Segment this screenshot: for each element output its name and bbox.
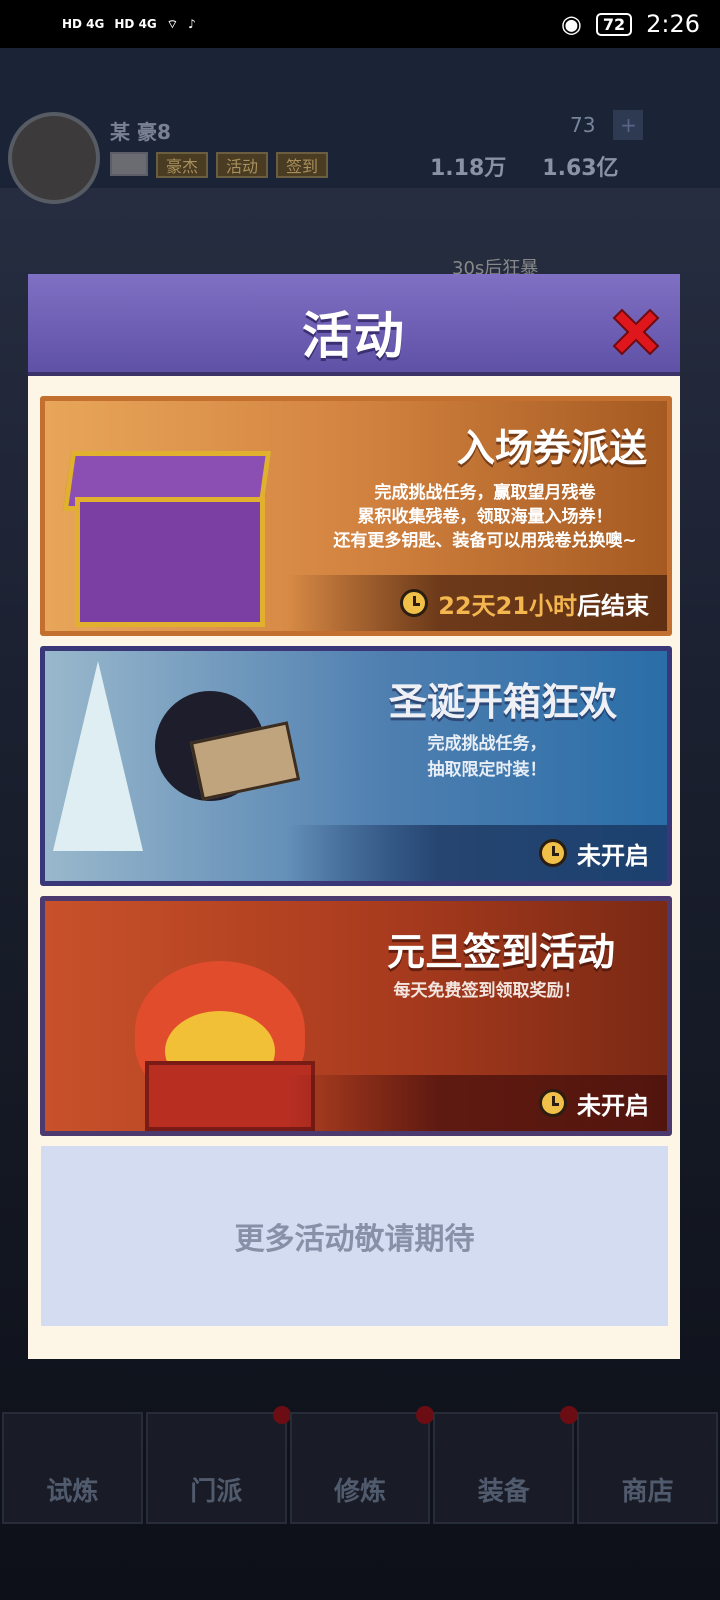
add-gem-button[interactable]: + [613,110,644,140]
notification-dot [272,1406,291,1424]
gem-value: 73 [570,113,596,137]
clock-icon [400,589,429,617]
ticket-value: 1.18万 [430,156,507,181]
activity-card-ticket[interactable]: 入场券派送 完成挑战任务，赢取望月残卷 累积收集残卷，领取海量入场券！ 还有更多… [40,396,672,636]
bottom-nav: 试炼 门派 修炼 装备 商店 [0,1406,720,1524]
card-status: 22天21小时 后结束 [287,575,667,631]
player-name: 某 豪8 [110,120,171,144]
player-avatar[interactable] [8,112,100,204]
hud-buttons: 豪杰 活动 签到 [110,152,329,178]
coin-value: 1.63亿 [542,156,619,181]
eye-icon: ◉ [560,10,582,38]
gem-counter: 73 + [570,110,644,140]
nav-trial[interactable]: 试炼 [2,1412,143,1524]
activity-card-newyear[interactable]: 元旦签到活动 每天免费签到领取奖励！ 未开启 [40,896,672,1136]
desc-line: 累积收集残卷，领取海量入场券！ [357,507,613,527]
nav-cultivate-label: 修炼 [333,1477,386,1507]
nav-shop[interactable]: 商店 [577,1412,718,1524]
card-description: 完成挑战任务， 抽取限定时装！ [387,731,587,783]
resource-row: 1.18万 1.63亿 [430,150,619,182]
more-activities-placeholder: 更多活动敬请期待 [41,1146,668,1326]
nav-equipment-label: 装备 [477,1477,530,1507]
sim1-signal: HD 4G [62,17,105,31]
clock-icon [539,839,567,867]
clock-icon [539,1089,567,1117]
battery-indicator: 72 [595,12,633,36]
nav-equipment[interactable]: 装备 [433,1406,579,1524]
status-text: 未开启 [577,1091,649,1120]
nav-sect[interactable]: 门派 [145,1406,291,1524]
status-text: 后结束 [577,591,649,620]
tiktok-icon: ♪ [188,17,196,31]
close-button[interactable] [608,304,664,360]
status-text: 未开启 [577,841,649,870]
hud-button-checkin[interactable]: 签到 [276,152,329,178]
card-description: 每天免费签到领取奖励！ [367,979,607,1003]
card-status: 未开启 [287,825,667,881]
sim2-signal: HD 4G [114,17,157,31]
notification-dot [416,1406,435,1424]
desc-line: 每天免费签到领取奖励！ [393,981,581,1001]
desc-line: 还有更多钥匙、装备可以用残卷兑换噢~ [333,531,637,551]
hud-button-heroes[interactable]: 豪杰 [156,152,209,178]
card-title: 圣诞开箱狂欢 [388,680,617,724]
activity-modal: 活动 入场券派送 完成挑战任务，赢取望月残卷 累积收集残卷，领取海量入场券！ 还… [28,274,680,1359]
modal-header: 活动 [28,274,680,376]
card-description: 完成挑战任务，赢取望月残卷 累积收集残卷，领取海量入场券！ 还有更多钥匙、装备可… [315,481,655,553]
nav-cultivate[interactable]: 修炼 [289,1406,435,1524]
close-x-icon [612,308,660,356]
treasure-chest-icon [75,497,265,627]
modal-title: 活动 [302,307,406,365]
desc-line: 完成挑战任务， [427,734,547,754]
nav-shop-label: 商店 [621,1477,674,1507]
clock-time: 2:26 [646,10,700,38]
countdown-value: 22天21小时 [438,591,577,620]
activity-card-christmas[interactable]: 圣诞开箱狂欢 完成挑战任务， 抽取限定时装！ 未开启 [40,646,672,886]
desc-line: 完成挑战任务，赢取望月残卷 [374,483,596,503]
card-status: 未开启 [287,1075,667,1131]
desc-line: 抽取限定时装！ [427,760,547,780]
mail-icon[interactable] [110,152,148,176]
snowy-tree-icon [53,661,143,851]
card-title: 元旦签到活动 [386,930,615,974]
notification-dot [560,1406,579,1424]
status-bar: HD 4G HD 4G ⌔ ♪ ◉ 72 2:26 [0,0,720,48]
card-title: 入场券派送 [456,426,647,470]
signal-indicators: HD 4G HD 4G ⌔ ♪ [62,17,196,32]
nav-sect-label: 门派 [190,1477,243,1507]
hud-button-events[interactable]: 活动 [216,152,269,178]
wifi-icon: ⌔ [166,16,179,31]
nav-trial-label: 试炼 [46,1477,99,1507]
